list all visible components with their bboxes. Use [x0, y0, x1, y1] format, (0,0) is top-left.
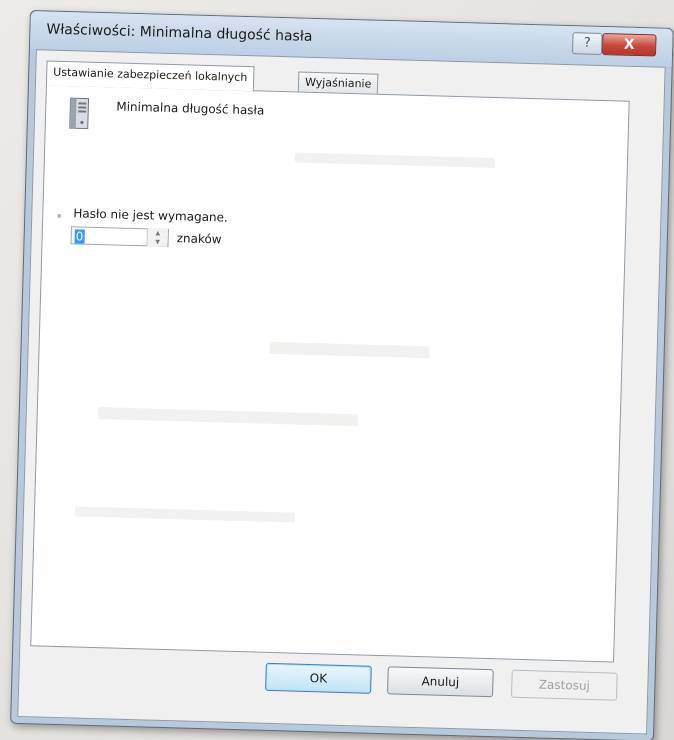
tab-panel: Minimalna długość hasła Hasło nie jest w… [30, 84, 630, 663]
server-icon [69, 97, 90, 130]
close-button[interactable]: X [601, 32, 657, 57]
unit-label: znaków [176, 231, 222, 247]
scan-artifact [97, 407, 358, 427]
desktop-background: Właściwości: Minimalna długość hasła ? X… [0, 0, 674, 740]
policy-name: Minimalna długość hasła [116, 99, 265, 118]
min-length-value: 0 [74, 229, 85, 244]
min-length-spinner[interactable]: ▲ ▼ [146, 228, 168, 247]
no-password-required-label: Hasło nie jest wymagane. [73, 206, 229, 225]
radio-button[interactable] [57, 213, 62, 218]
scan-artifact [74, 506, 296, 523]
scan-artifact [294, 152, 496, 169]
scan-artifact [269, 341, 430, 359]
window-title: Właściwości: Minimalna długość hasła [46, 21, 313, 45]
dialog-body: Ustawianie zabezpieczeń lokalnych Wyjaśn… [17, 49, 666, 735]
ok-button[interactable]: OK [265, 662, 372, 694]
cancel-button[interactable]: Anuluj [387, 666, 494, 698]
properties-dialog: Właściwości: Minimalna długość hasła ? X… [10, 10, 674, 740]
apply-button[interactable]: Zastosuj [510, 669, 618, 701]
spin-down-icon[interactable]: ▼ [147, 237, 168, 247]
help-button[interactable]: ? [571, 32, 603, 55]
